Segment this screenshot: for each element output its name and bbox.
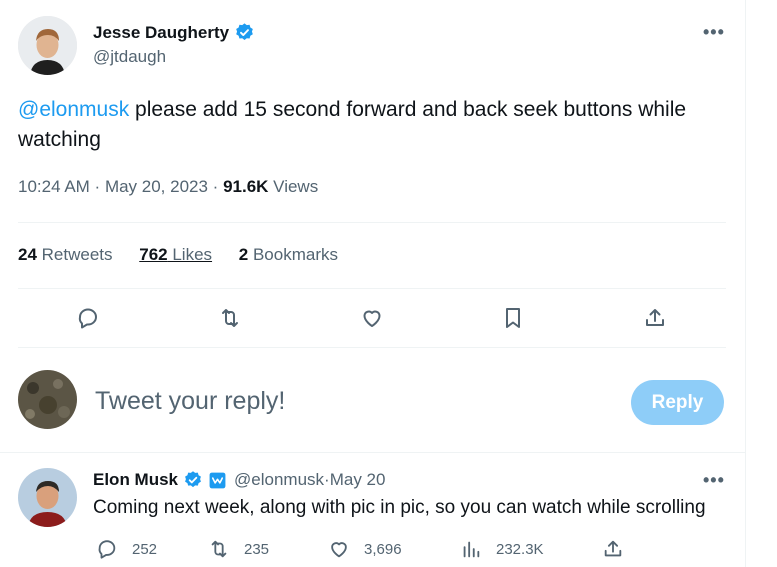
reply-text: Coming next week, along with pic in pic,…	[93, 497, 706, 518]
views-icon	[463, 541, 480, 558]
author-avatar[interactable]	[18, 16, 77, 75]
share-icon	[604, 540, 622, 557]
bookmarks-count: 2	[238, 245, 249, 264]
verified-badge-icon	[183, 470, 203, 490]
author-handle[interactable]: @jtdaugh	[93, 47, 166, 67]
engagement-stats: 24 Retweets 762 Likes 2 Bookmarks	[18, 245, 360, 265]
author-name-row: Jesse Daugherty	[93, 22, 255, 43]
divider	[0, 452, 746, 453]
likes-label: Likes	[167, 245, 213, 264]
share-icon[interactable]	[641, 304, 669, 332]
retweets-stat[interactable]: 24 Retweets	[18, 245, 113, 264]
business-badge-icon	[208, 471, 227, 490]
author-name[interactable]: Jesse Daugherty	[93, 23, 229, 43]
reply-author-avatar[interactable]	[18, 468, 77, 527]
more-options-icon[interactable]: •••	[703, 470, 725, 491]
views-count: 232.3K	[496, 540, 544, 558]
reply-like-action[interactable]: 3,696	[328, 538, 402, 560]
reply-date[interactable]: May 20	[330, 470, 386, 490]
like-icon	[331, 542, 347, 558]
reply-views-action[interactable]: 232.3K	[460, 538, 544, 560]
more-options-icon[interactable]: •••	[703, 22, 725, 43]
tweet-meta: 10:24 AM · May 20, 2023 · 91.6K Views	[18, 177, 318, 197]
bookmarks-label: Bookmarks	[248, 245, 338, 264]
views-count: 91.6K	[223, 177, 269, 196]
retweet-count: 235	[244, 540, 270, 558]
reply-retweet-action[interactable]: 235	[208, 538, 269, 560]
reply-reply-action[interactable]: 252	[96, 538, 157, 560]
reply-author-row: Elon Musk @elonmusk · May 20	[93, 470, 385, 490]
reply-author-name[interactable]: Elon Musk	[93, 470, 178, 490]
retweets-label: Retweets	[36, 245, 113, 264]
mention-link[interactable]: @elonmusk	[18, 98, 129, 121]
reply-author-handle[interactable]: @elonmusk	[234, 470, 324, 490]
retweets-count: 24	[18, 245, 37, 264]
reply-icon	[98, 540, 116, 559]
reply-input[interactable]: Tweet your reply!	[95, 387, 285, 416]
current-user-avatar[interactable]	[18, 370, 77, 429]
bookmark-icon[interactable]	[499, 304, 527, 332]
reply-icon[interactable]	[74, 304, 102, 332]
views-label: Views	[268, 177, 319, 196]
retweet-icon	[211, 540, 227, 558]
meta-separator: ·	[207, 177, 224, 196]
column-border	[745, 0, 746, 567]
avatar-image	[18, 16, 77, 75]
meta-separator: ·	[89, 177, 105, 196]
likes-count: 762	[139, 245, 168, 264]
divider	[18, 288, 726, 289]
reply-share-action[interactable]	[602, 538, 638, 560]
tweet-text: @elonmusk please add 15 second forward a…	[18, 95, 738, 155]
tweet-time[interactable]: 10:24 AM	[18, 177, 90, 196]
likes-stat[interactable]: 762 Likes	[139, 245, 212, 264]
like-icon[interactable]	[358, 304, 386, 332]
reply-button[interactable]: Reply	[631, 380, 724, 425]
reply-count: 252	[132, 540, 158, 558]
avatar-image	[18, 468, 77, 527]
avatar-image	[18, 370, 77, 429]
verified-badge-icon	[234, 22, 255, 43]
divider	[18, 347, 726, 348]
like-count: 3,696	[364, 540, 402, 558]
retweet-icon[interactable]	[216, 304, 244, 332]
tweet-date[interactable]: May 20, 2023	[105, 177, 208, 196]
bookmarks-stat[interactable]: 2 Bookmarks	[239, 245, 338, 264]
divider	[18, 222, 726, 223]
